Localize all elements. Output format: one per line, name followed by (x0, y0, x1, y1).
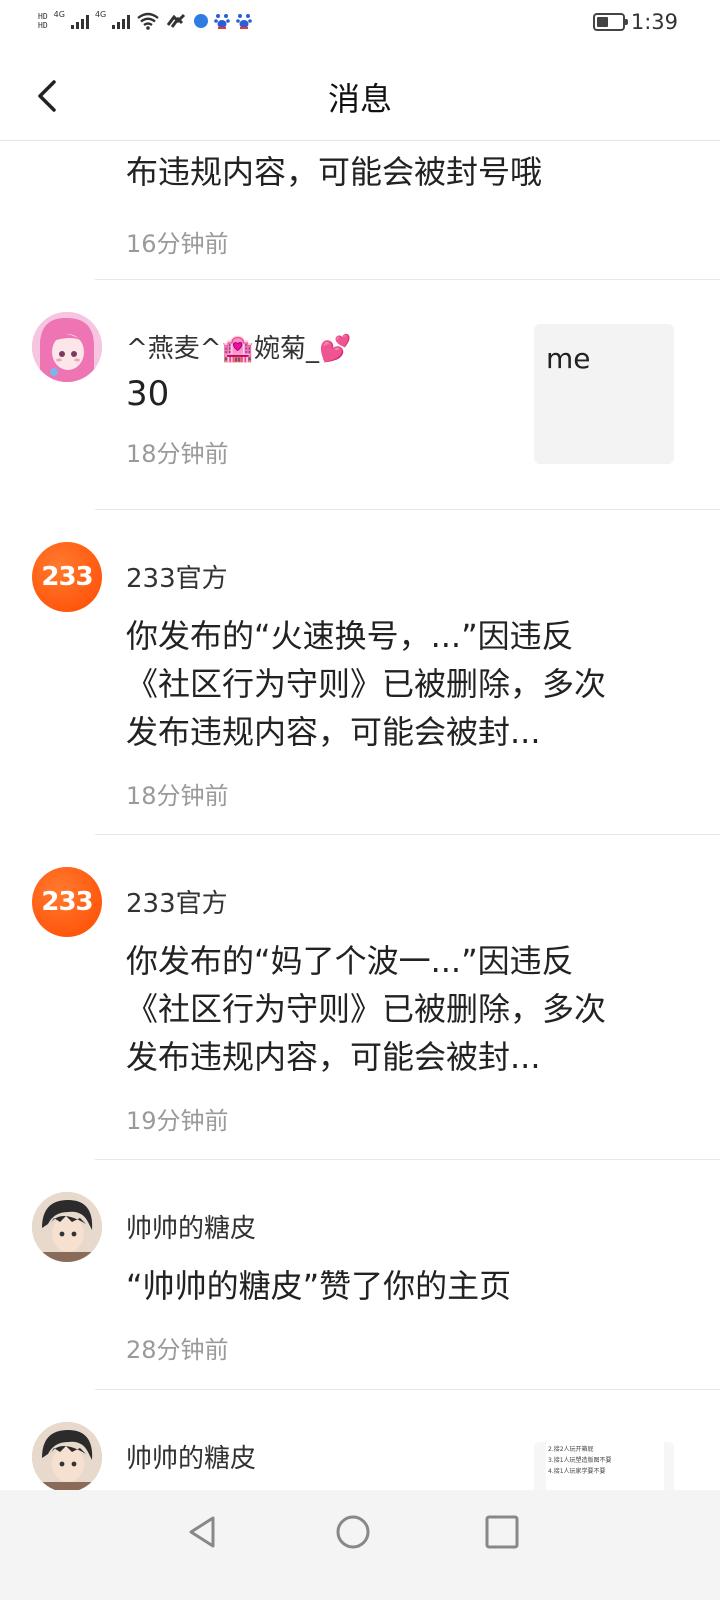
battery-fill (596, 17, 608, 27)
status-right: 1:39 (592, 10, 678, 34)
baidu-paw-icon (214, 14, 231, 29)
list-item[interactable]: 帅帅的糖皮 2.接2人玩开箱屁 3.接1人玩塑造版图不要 4.接1人玩家学要不要 (0, 1390, 720, 1490)
content-thumbnail[interactable]: me (534, 324, 674, 464)
sender-name: 233官方 (126, 889, 228, 919)
message-text-partial: 已行为守则》已被删除，多次发 (126, 140, 636, 148)
anime-boy-avatar-icon (32, 1192, 102, 1262)
anime-girl-avatar-icon (32, 312, 102, 382)
circle-home-icon[interactable] (333, 1512, 373, 1552)
signal-bars-2-icon (112, 13, 131, 29)
thumbnail-line: 3.接1人玩塑造版图不要 (548, 1457, 612, 1464)
list-item[interactable]: ^燕麦^🏩婉菊_💕 30 18分钟前 me (0, 280, 720, 509)
thumbnail-page: 2.接2人玩开箱屁 3.接1人玩塑造版图不要 4.接1人玩家学要不要 (546, 1442, 664, 1490)
status-left: HD HD 4G 4G (38, 10, 253, 30)
hotspot-icon (167, 13, 186, 28)
thumbnail-line: 2.接2人玩开箱屁 (548, 1446, 594, 1453)
message-time: 28分钟前 (126, 1336, 229, 1364)
message-time: 19分钟前 (126, 1107, 229, 1135)
baidu-paw-2-icon (236, 14, 253, 29)
sender-name: 帅帅的糖皮 (126, 1444, 257, 1474)
clock: 1:39 (630, 10, 678, 34)
avatar[interactable] (32, 1192, 102, 1262)
list-item[interactable]: 233 233官方 你发布的“妈了个波一...”因违反《社区行为守则》已被删除，… (0, 835, 720, 1160)
message-text: 你发布的“妈了个波一...”因违反《社区行为守则》已被删除，多次发布违规内容，可… (126, 942, 607, 1076)
thumbnail-lines: 2.接2人玩开箱屁 3.接1人玩塑造版图不要 4.接1人玩家学要不要 (546, 1442, 664, 1479)
network-type-2: 4G (94, 10, 107, 19)
message-time: 18分钟前 (126, 782, 229, 810)
page-title: 消息 (327, 80, 392, 118)
signal-bars-icon (70, 13, 89, 29)
avatar[interactable]: 233 (32, 867, 102, 937)
browser-app-icon (194, 14, 209, 28)
triangle-back-icon[interactable] (183, 1512, 223, 1552)
battery-icon (592, 13, 628, 31)
sender-name: ^燕麦^🏩婉菊_💕 (126, 334, 352, 364)
top-app-bar: 消息 (0, 50, 720, 141)
content-thumbnail[interactable]: 2.接2人玩开箱屁 3.接1人玩塑造版图不要 4.接1人玩家学要不要 (534, 1442, 674, 1490)
anime-boy-avatar-icon (32, 1422, 102, 1490)
avatar[interactable] (32, 1422, 102, 1490)
system-navigation-bar (0, 1490, 720, 1600)
list-item[interactable]: 帅帅的糖皮 “帅帅的糖皮”赞了你的主页 28分钟前 (0, 1160, 720, 1389)
message-list[interactable]: 已行为守则》已被删除，多次发 布违规内容，可能会被封号哦 16分钟前 ^燕麦^🏩… (0, 140, 720, 1490)
wifi-icon (137, 12, 159, 30)
sender-name: 帅帅的糖皮 (126, 1214, 257, 1244)
sim-indicator: HD HD (38, 12, 48, 30)
status-bar: HD HD 4G 4G 1:39 (0, 0, 720, 50)
message-text: “帅帅的糖皮”赞了你的主页 (126, 1267, 512, 1305)
thumbnail-text: me (546, 342, 591, 375)
network-type-1: 4G (53, 10, 65, 19)
official-233-logo: 233 (41, 562, 93, 592)
sim2-label: HD (38, 21, 48, 30)
official-233-logo: 233 (41, 887, 93, 917)
avatar[interactable]: 233 (32, 542, 102, 612)
message-time: 18分钟前 (126, 440, 229, 468)
message-text: 布违规内容，可能会被封号哦 (126, 153, 543, 191)
message-time: 16分钟前 (126, 230, 229, 258)
sim1-label: HD (38, 12, 48, 21)
avatar[interactable] (32, 312, 102, 382)
thumbnail-line: 4.接1人玩家学要不要 (548, 1468, 606, 1475)
list-item[interactable]: 233 233官方 你发布的“火速换号，...”因违反《社区行为守则》已被删除，… (0, 510, 720, 835)
message-text: 你发布的“火速换号，...”因违反《社区行为守则》已被删除，多次发布违规内容，可… (126, 617, 607, 751)
sender-name: 233官方 (126, 564, 228, 594)
list-item[interactable]: 已行为守则》已被删除，多次发 布违规内容，可能会被封号哦 16分钟前 (0, 140, 720, 280)
square-recents-icon[interactable] (482, 1512, 522, 1552)
